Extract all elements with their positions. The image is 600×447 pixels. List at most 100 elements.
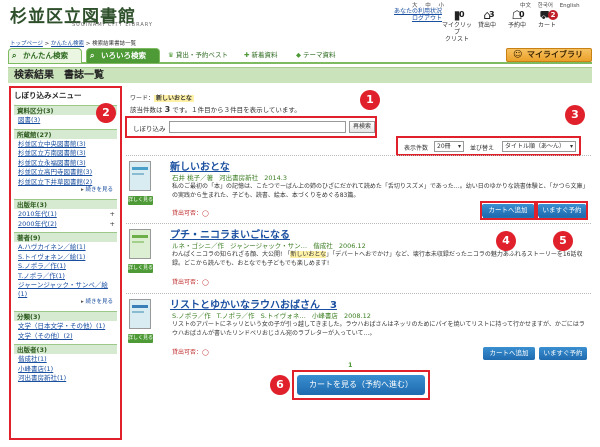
pagination-current[interactable]: 1 [348,361,353,369]
per-page-select[interactable]: 20冊 [434,141,464,152]
result-author[interactable]: ジャンージャック・サン… [230,242,307,250]
result-count-suffix: です。１件目から３件目を表示しています。 [172,106,301,114]
annotation-box-add-cart [480,201,536,220]
annotation-box-view-cart [292,370,430,400]
facet-item[interactable]: 杉並区立下井草図書館(2) [14,177,117,187]
link-lending-best[interactable]: ♛ 貸出・予約ベスト [168,49,228,62]
available-circle-icon: ◯ [202,210,209,217]
refine-search-button[interactable]: 再検索 [349,121,375,133]
nav-borrowed[interactable]: ⌂ 3 貸出中 [472,8,502,36]
facet-item[interactable]: A.ハヴカイネン／絵(1) [14,242,117,252]
result-publisher[interactable]: 偕成社 [313,242,333,250]
detail-button[interactable]: 詳しく見る [128,334,153,343]
facet-more-link[interactable]: 続きを見る [14,298,117,307]
nav-reserved[interactable]: ☖ 0 予約中 [502,8,532,36]
expand-plus-icon[interactable]: + [110,220,115,229]
book-cover-thumbnail[interactable] [129,229,151,259]
page-title: 検索結果 書誌一覧 [8,67,592,83]
facet-item[interactable]: T.ノポラ／作(1) [14,271,117,281]
breadcrumb: トップページ > かんたん検索 > 検索結果書誌一覧 [10,39,136,47]
facet-item[interactable]: 偕成社(1) [14,354,117,364]
link-theme-materials[interactable]: ◆ テーマ資料 [296,49,336,62]
result-count-prefix: 該当件数は [130,106,163,114]
detail-button[interactable]: 詳しく見る [128,264,153,273]
result-publisher[interactable]: 小峰書店 [312,312,338,320]
result-item: 詳しく見る プチ・ニコラまいごになる ルネ・ゴシニ／作 ジャンージャック・サン…… [126,223,591,293]
reserve-now-button[interactable]: いますぐ予約 [539,347,587,360]
facet-item-label: 2000年代(2) [18,219,57,228]
facet-item[interactable]: 文学（日本文学・その他）(1) [14,321,117,331]
facet-item[interactable]: S.ノポラ／作(1) [14,261,117,271]
facet-head: 出版年(3) [14,199,117,209]
facet-item[interactable]: 河出書房新社(1) [14,373,117,383]
nav-myclip[interactable]: ▮ 0 マイクリップ クリスト [442,8,472,43]
result-author[interactable]: S.トイヴォネ… [261,312,306,320]
facet-item[interactable]: ジャーンジャック・サンペ／絵(1) [14,280,117,298]
result-description-text: リストのアパートにネッリという女の子が引っ越してきました。ラウハおばさんはネッリ… [172,321,585,337]
facet-item-label: 杉並区立高円寺図書館(3) [18,168,93,176]
breadcrumb-sep: > [84,41,93,47]
facet-item[interactable]: 杉並区立高円寺図書館(3) [14,167,117,177]
refine-search-box: しぼり込み 再検索 [125,116,377,138]
result-description: リストのアパートにネッリという女の子が引っ越してきました。ラウハおばさんはネッリ… [172,320,586,338]
result-author[interactable]: 石井 桃子／著 [172,174,213,182]
result-title-link[interactable]: リストとゆかいなラウハおばさん 3 [170,296,337,311]
result-author[interactable]: ルネ・ゴシニ／作 [172,242,224,250]
result-title-link[interactable]: 新しいおとな [170,158,230,173]
result-publisher[interactable]: 河出書房新社 [219,174,258,182]
result-meta: 石井 桃子／著 河出書房新社 2014.3 [172,172,291,182]
book-cover-thumbnail[interactable] [129,161,151,191]
refine-input[interactable] [169,121,346,133]
facet-item[interactable]: 杉並区立永福図書館(3) [14,158,117,168]
facet-item-label: 杉並区立方南図書館(3) [18,149,86,157]
breadcrumb-sep: > [42,41,51,47]
tab-simple-search[interactable]: ⌕ かんたん検索 [8,48,82,63]
result-author[interactable]: T.ノポラ／作 [217,312,255,320]
keyword-highlight: 新しいおとな [290,251,327,258]
facet-item-label: 杉並区立下井草図書館(2) [18,177,93,186]
facet-item-label: A.ハヴカイネン／絵(1) [18,243,86,251]
breadcrumb-home[interactable]: トップページ [10,41,43,47]
result-description-text: 私のご最初の「本」の記憶は、こたつでーばん上の姉のひざにだかれて読めた「舌切りス… [172,183,586,199]
link-new-arrivals[interactable]: ✚ 新着資料 [244,49,277,62]
annotation-badge-4: 4 [496,231,516,251]
user-icon: ☺ [513,50,523,60]
result-author[interactable]: S.ノポラ／作 [172,312,211,320]
facet-pub-year: 出版年(3) 2010年代(1) + 2000年代(2) + [14,199,117,228]
facet-item[interactable]: 2010年代(1) + [14,209,117,219]
logout-link[interactable]: ログアウト [392,15,442,22]
ranking-icon: ♛ [168,51,174,59]
tab-advanced-search[interactable]: ⌕ いろいろ検索 [86,48,160,63]
facet-item[interactable]: 2000年代(2) + [14,219,117,229]
reserved-count: 0 [519,10,525,19]
facet-item[interactable]: 小峰書店(1) [14,364,117,374]
facet-item[interactable]: S.トイヴォネン／絵(1) [14,252,117,262]
facet-classification: 分類(3) 文学（日本文学・その他）(1) 文学（その他）(2) [14,311,117,340]
add-to-cart-button[interactable]: カートへ追加 [483,347,535,360]
user-status-link[interactable]: あなたの利用状況 [392,8,442,15]
nav-cart[interactable]: ⛟ 2 カート [532,8,562,36]
result-count: 3 [164,105,171,114]
result-meta: ルネ・ゴシニ／作 ジャンージャック・サン… 偕成社 2006.12 [172,240,370,250]
facet-publisher: 出版者(3) 偕成社(1) 小峰書店(1) 河出書房新社(1) [14,344,117,383]
order-select[interactable]: タイトル順（あ〜ん） [502,141,576,152]
facet-item[interactable]: 杉並区立方南図書館(3) [14,148,117,158]
availability-label: 貸出可否： [172,210,203,217]
facet-item[interactable]: 杉並区立中央図書館(3) [14,139,117,149]
facet-item-label: 河出書房新社(1) [18,374,67,382]
my-library-button[interactable]: ☺ マイライブラリ [506,48,592,62]
facet-item[interactable]: 文学（その他）(2) [14,331,117,341]
book-cover-thumbnail[interactable] [129,299,151,329]
facet-more-link[interactable]: 続きを見る [14,186,117,195]
breadcrumb-simple[interactable]: かんたん検索 [51,41,84,47]
lang-english[interactable]: English [560,3,580,9]
facet-item-label: 小峰書店(1) [18,364,54,373]
result-title-link[interactable]: プチ・ニコラまいごになる [170,226,290,241]
nav-myclip-label: マイクリップ [442,22,472,36]
detail-button[interactable]: 詳しく見る [128,196,153,205]
nav-borrowed-label: 貸出中 [477,22,496,29]
tab-advanced-label: いろいろ検索 [101,51,146,60]
expand-plus-icon[interactable]: + [110,210,115,219]
search-word-label: ワード： [130,95,155,102]
availability-label: 貸出可否： [172,349,203,356]
